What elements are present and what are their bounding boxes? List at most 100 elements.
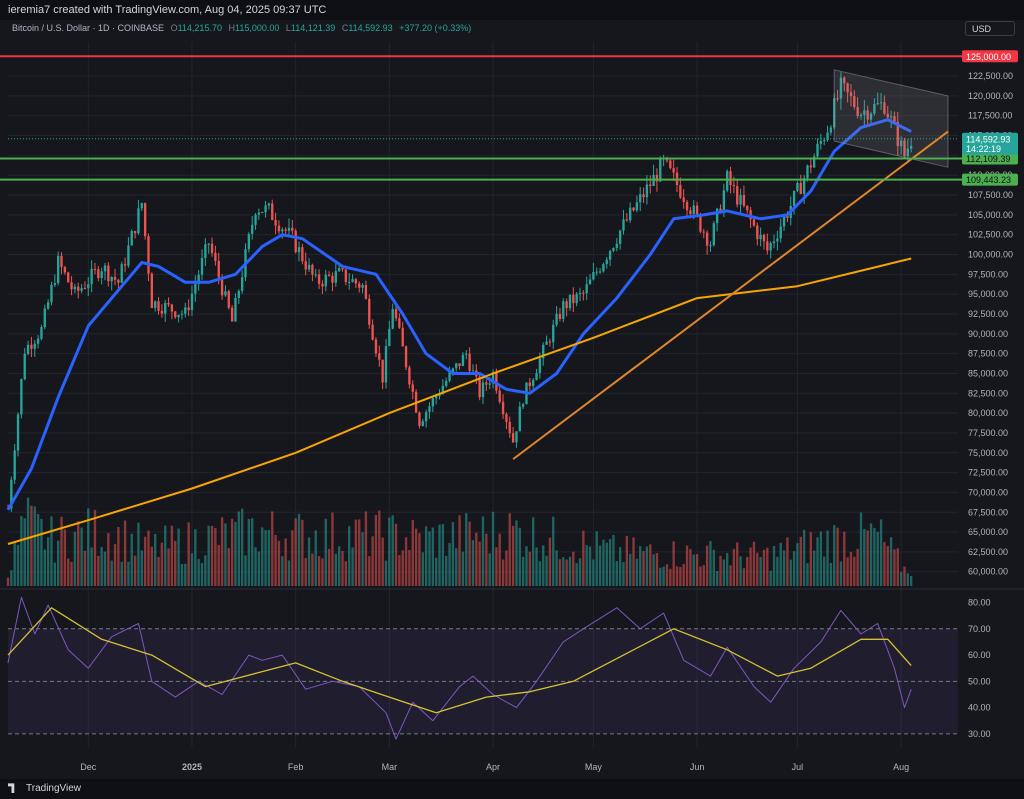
- price-tick-label: 70,000.00: [968, 487, 1008, 497]
- volume-bar: [853, 556, 856, 586]
- candle-body: [70, 282, 73, 290]
- candle-body: [398, 318, 401, 328]
- volume-bar: [629, 553, 632, 586]
- volume-bar: [46, 537, 50, 586]
- candle-body: [629, 207, 632, 221]
- volume-bar: [511, 525, 515, 586]
- volume-bar: [354, 519, 358, 586]
- volume-bar: [602, 539, 605, 586]
- volume-bar: [327, 548, 331, 586]
- volume-bar: [414, 528, 418, 586]
- volume-bar: [83, 550, 87, 586]
- volume-bar: [378, 510, 381, 586]
- tradingview-logo-icon: [8, 783, 15, 794]
- candle-body: [187, 307, 190, 311]
- volume-bar: [6, 577, 10, 586]
- candle-body: [274, 219, 277, 226]
- candle-body: [498, 390, 501, 402]
- volume-bar: [261, 527, 264, 586]
- time-tick-label: 2025: [182, 762, 202, 772]
- candle-body: [214, 252, 217, 261]
- candle-body: [615, 243, 618, 248]
- volume-bar: [237, 511, 240, 586]
- volume-bar: [762, 549, 766, 586]
- volume-bar: [729, 565, 732, 586]
- rsi-tick-label: 40.00: [968, 703, 991, 713]
- candle-body: [424, 412, 428, 422]
- candle-body: [358, 283, 361, 288]
- candle-body: [67, 272, 70, 283]
- volume-bar: [491, 511, 495, 586]
- volume-bar: [715, 571, 719, 586]
- volume-bar: [77, 521, 80, 586]
- volume-bar: [615, 561, 618, 586]
- volume-bar: [311, 553, 314, 586]
- candle-body: [598, 271, 602, 273]
- candle-body: [726, 171, 729, 191]
- candle-body: [177, 314, 180, 318]
- volume-bar: [806, 563, 809, 586]
- candle-body: [140, 203, 143, 209]
- candle-body: [60, 255, 63, 268]
- last-price-countdown: 14:22:19: [966, 144, 1001, 154]
- candle-body: [736, 186, 739, 205]
- candle-body: [63, 267, 67, 273]
- price-tick-label: 90,000.00: [968, 329, 1008, 339]
- candle-body: [36, 338, 40, 344]
- candle-body: [685, 201, 689, 211]
- price-tick-label: 102,500.00: [968, 230, 1013, 240]
- candle-body: [752, 219, 756, 226]
- candle-body: [612, 247, 615, 251]
- volume-bar: [294, 518, 297, 586]
- footer-bar: [0, 779, 1024, 799]
- volume-bar: [598, 545, 602, 586]
- volume-bar: [699, 566, 702, 586]
- volume-bar: [130, 533, 133, 586]
- volume-bar: [364, 511, 368, 586]
- volume-bar: [30, 505, 33, 586]
- candle-body: [649, 184, 652, 187]
- volume-bar: [625, 535, 629, 586]
- volume-bar: [796, 543, 799, 586]
- volume-bar: [849, 551, 853, 586]
- volume-bar: [749, 547, 752, 586]
- price-chart[interactable]: 122,500.00120,000.00117,500.00115,000.00…: [0, 0, 1024, 799]
- volume-bar: [391, 515, 394, 586]
- volume-bar: [348, 526, 351, 586]
- volume-bar: [351, 547, 354, 586]
- candle-body: [461, 354, 465, 366]
- volume-bar: [157, 557, 160, 586]
- candle-body: [297, 247, 301, 253]
- volume-bar: [434, 557, 438, 586]
- volume-bar: [893, 549, 896, 586]
- volume-bar: [26, 497, 30, 586]
- volume-bar: [582, 530, 585, 586]
- volume-bar: [220, 517, 224, 586]
- volume-bar: [826, 530, 829, 586]
- volume-bar: [404, 537, 408, 586]
- volume-bar: [164, 525, 167, 586]
- volume-bar: [528, 551, 532, 586]
- candle-body: [317, 274, 321, 284]
- volume-bar: [120, 561, 123, 586]
- candle-body: [291, 227, 294, 231]
- candle-body: [732, 184, 736, 187]
- volume-bar: [525, 546, 528, 586]
- candle-body: [819, 141, 823, 144]
- volume-bar: [779, 542, 782, 586]
- volume-bar: [267, 529, 271, 586]
- volume-bar: [214, 528, 217, 586]
- time-tick-label: Jul: [792, 762, 804, 772]
- volume-bar: [786, 537, 789, 586]
- candle-body: [204, 244, 207, 259]
- volume-bar: [485, 533, 488, 586]
- volume-bar: [876, 531, 879, 586]
- volume-bar: [324, 518, 327, 586]
- candle-body: [532, 380, 535, 387]
- volume-bar: [742, 568, 746, 586]
- candle-body: [521, 404, 525, 407]
- candle-body: [301, 247, 304, 262]
- volume-bar: [140, 550, 143, 586]
- volume-bar: [886, 546, 889, 586]
- candle-body: [742, 194, 746, 206]
